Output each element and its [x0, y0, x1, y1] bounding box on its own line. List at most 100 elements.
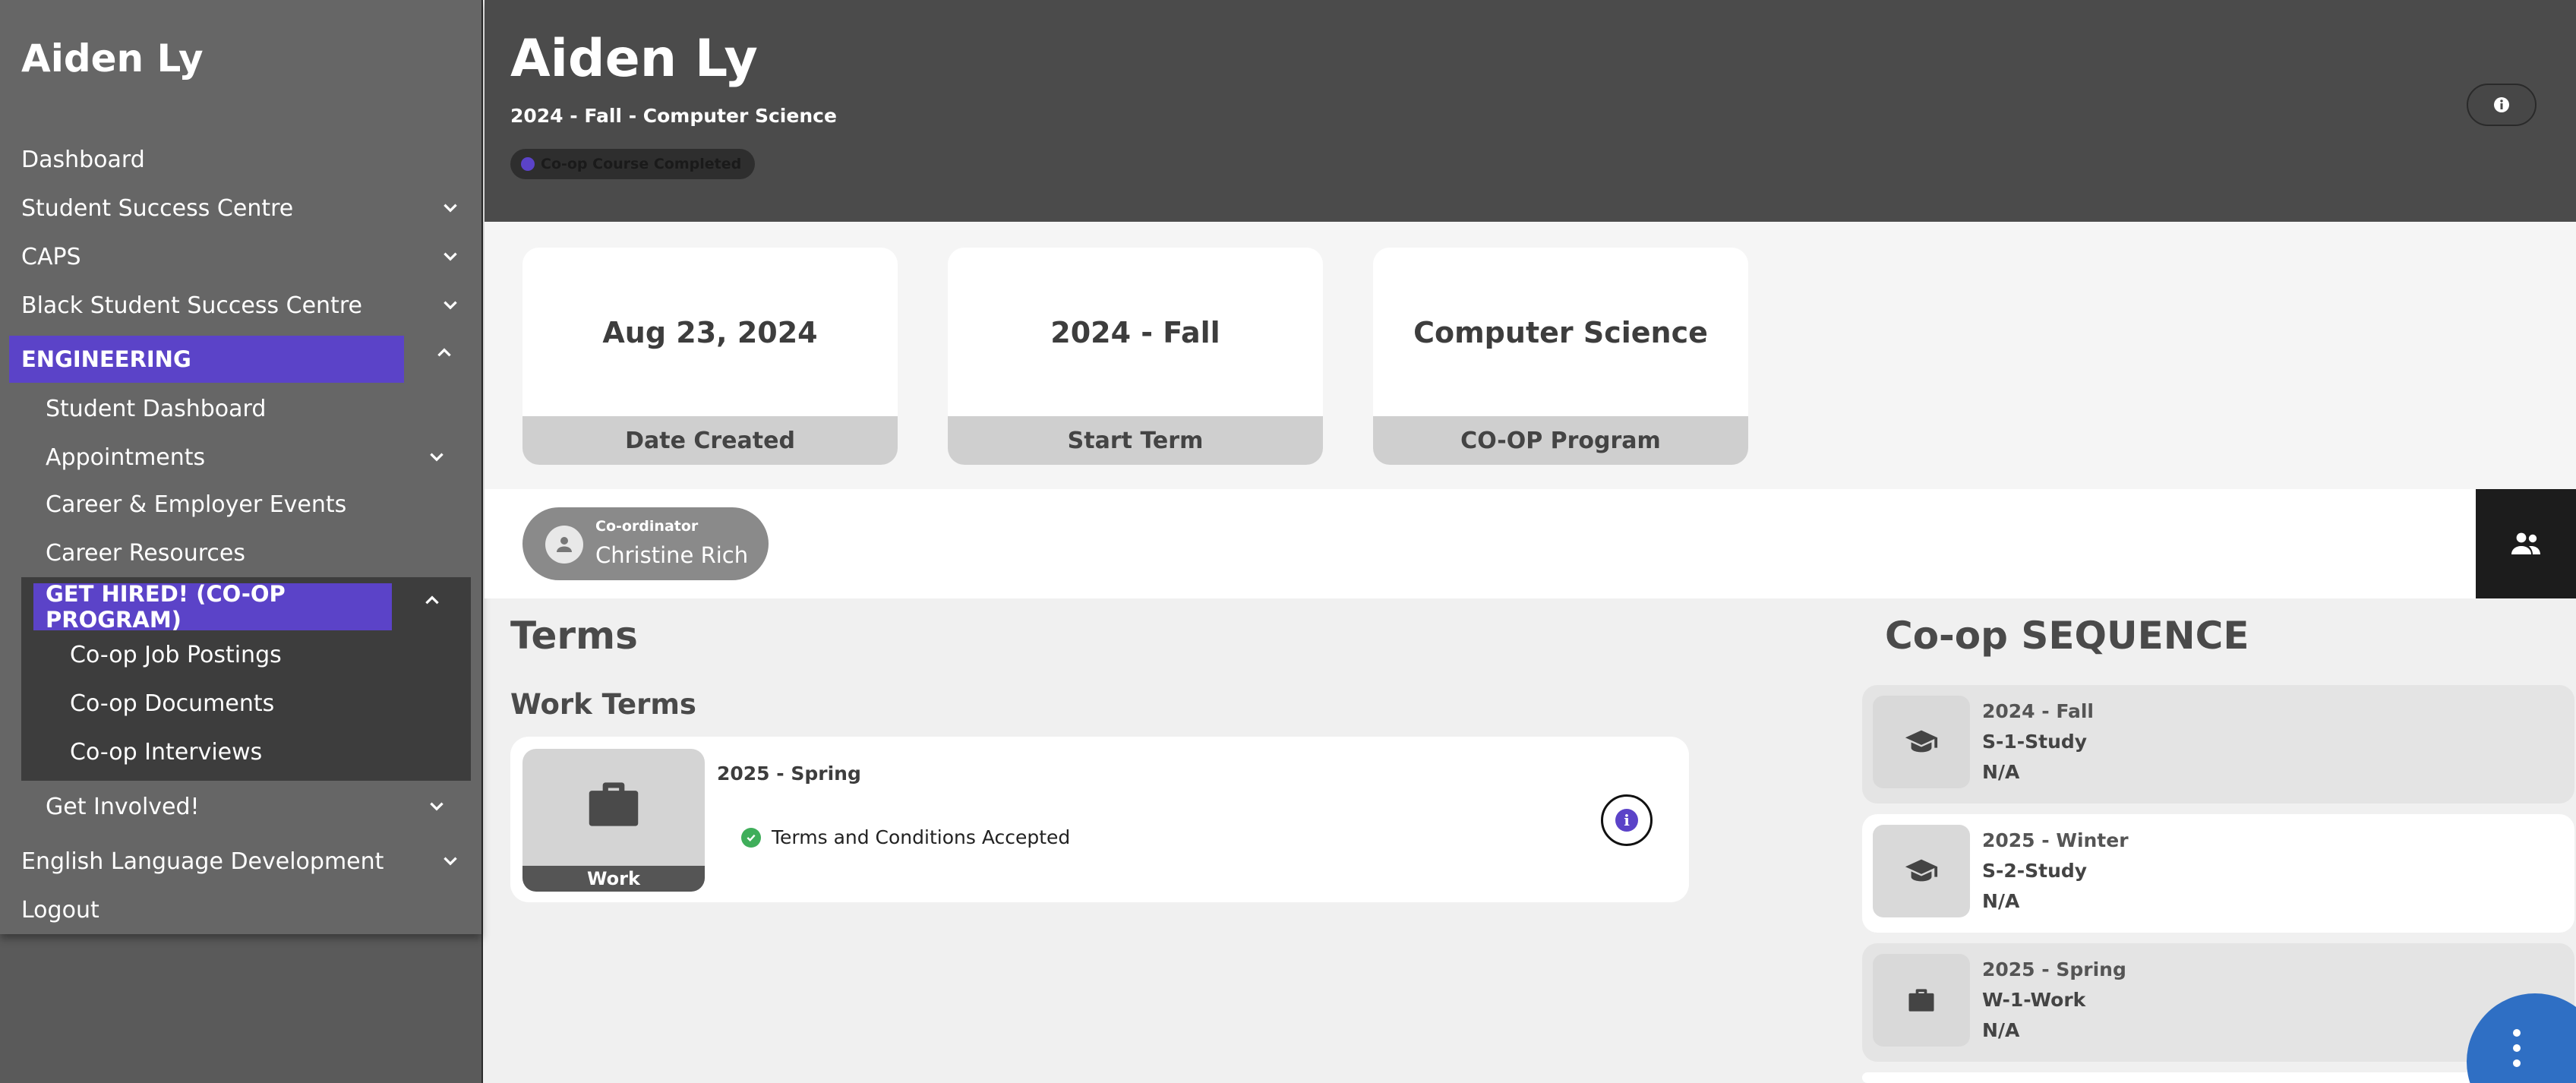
graduation-cap-icon	[1905, 730, 1938, 753]
sidebar-item-engineering[interactable]: ENGINEERING	[9, 336, 404, 383]
chevron-down-icon	[425, 446, 448, 469]
sidebar-item-coop-job-postings[interactable]: Co-op Job Postings	[70, 632, 282, 677]
briefcase-icon	[1908, 989, 1934, 1012]
stat-value: Aug 23, 2024	[602, 316, 818, 349]
stat-label: Start Term	[948, 416, 1323, 465]
sidebar-item-caps[interactable]: CAPS	[21, 234, 462, 279]
sequence-term: 2025 - Winter	[1982, 829, 2129, 851]
sidebar-item-label: Black Student Success Centre	[21, 292, 362, 319]
sidebar-item-label: Co-op Interviews	[70, 738, 263, 766]
sidebar-item-label: Appointments	[46, 444, 206, 471]
sequence-item-thumb	[1873, 696, 1970, 788]
info-button[interactable]	[2467, 84, 2537, 126]
sequence-item-thumb	[1873, 825, 1970, 917]
sidebar-item-label: Co-op Documents	[70, 690, 275, 717]
sequence-status: N/A	[1982, 761, 2020, 783]
stat-label: CO-OP Program	[1373, 416, 1748, 465]
profile-header: Aiden Ly 2024 - Fall - Computer Science …	[485, 0, 2576, 222]
sidebar-item-english-language-development[interactable]: English Language Development	[21, 838, 462, 884]
status-badge: Co-op Course Completed	[510, 149, 756, 179]
status-badge-label: Co-op Course Completed	[541, 156, 742, 172]
coordinator-strip: Co-ordinator Christine Rich	[485, 489, 2576, 598]
chevron-down-icon	[425, 795, 448, 818]
sequence-term: 2025 - Spring	[1982, 958, 2126, 980]
sequence-code: S-2-Study	[1982, 860, 2088, 882]
work-term-card[interactable]: Work 2025 - Spring Terms and Conditions …	[510, 737, 1689, 902]
work-terms-title: Work Terms	[510, 688, 696, 721]
stat-label: Date Created	[522, 416, 898, 465]
term-status: Terms and Conditions Accepted	[741, 826, 1070, 848]
sidebar-item-label: Get Involved!	[46, 793, 200, 820]
sidebar-item-black-student-success-centre[interactable]: Black Student Success Centre	[21, 283, 462, 328]
chevron-down-icon	[439, 850, 462, 873]
briefcase-icon	[589, 782, 639, 826]
sidebar-item-label: Dashboard	[21, 146, 145, 173]
sidebar-item-career-resources[interactable]: Career Resources	[46, 530, 245, 576]
graduation-cap-icon	[1905, 859, 1938, 882]
info-icon: i	[1615, 809, 1638, 832]
sidebar-item-label: Career & Employer Events	[46, 491, 347, 518]
sidebar-item-appointments[interactable]: Appointments	[46, 434, 448, 480]
sidebar-item-label: Student Dashboard	[46, 395, 267, 422]
coordinator-name: Christine Rich	[595, 542, 749, 568]
check-circle-icon	[741, 827, 761, 848]
chevron-down-icon	[439, 245, 462, 268]
sequence-term: 2024 - Fall	[1982, 700, 2094, 722]
avatar	[545, 526, 583, 564]
status-dot-icon	[521, 157, 535, 171]
people-button[interactable]	[2476, 489, 2576, 598]
terms-title: Terms	[510, 614, 638, 658]
page-subtitle: 2024 - Fall - Computer Science	[510, 105, 837, 127]
stat-card-start-term: 2024 - Fall Start Term	[948, 248, 1323, 465]
coordinator-chip[interactable]: Co-ordinator Christine Rich	[522, 507, 769, 580]
sidebar-item-get-involved[interactable]: Get Involved!	[46, 784, 448, 829]
sequence-code: S-1-Study	[1982, 731, 2088, 753]
people-icon	[2511, 532, 2540, 554]
term-thumbnail: Work	[522, 749, 705, 892]
sequence-status: N/A	[1982, 1019, 2020, 1041]
sequence-item[interactable]: 2024 - Fall S-1-Study N/A	[1862, 685, 2574, 804]
chevron-up-icon[interactable]	[433, 342, 456, 365]
sidebar-item-label: English Language Development	[21, 848, 384, 875]
stat-card-coop-program: Computer Science CO-OP Program	[1373, 248, 1748, 465]
sidebar-item-label: ENGINEERING	[21, 346, 191, 372]
sidebar-item-label: CAPS	[21, 243, 81, 270]
stat-card-date-created: Aug 23, 2024 Date Created	[522, 248, 898, 465]
sidebar-item-label: Student Success Centre	[21, 194, 294, 222]
sidebar-item-label: Logout	[21, 896, 99, 924]
coop-sequence-title: Co-op SEQUENCE	[1885, 614, 2249, 658]
sidebar-item-student-success-centre[interactable]: Student Success Centre	[21, 185, 462, 231]
sequence-item[interactable]: 2025 - Winter S-2-Study N/A	[1862, 814, 2574, 933]
sequence-item[interactable]: 2025 - Spring W-1-Work N/A	[1862, 943, 2574, 1062]
sidebar-item-label: Career Resources	[46, 539, 245, 567]
term-type-label: Work	[522, 866, 705, 892]
sidebar-item-coop-interviews[interactable]: Co-op Interviews	[70, 729, 262, 775]
coordinator-role: Co-ordinator	[595, 518, 699, 535]
sequence-code: W-1-Work	[1982, 989, 2086, 1011]
sidebar-item-coop-documents[interactable]: Co-op Documents	[70, 680, 274, 726]
chevron-down-icon	[439, 197, 462, 219]
more-vertical-icon	[2513, 1029, 2521, 1067]
sidebar-item-student-dashboard[interactable]: Student Dashboard	[46, 386, 266, 431]
sidebar-item-dashboard[interactable]: Dashboard	[21, 137, 145, 182]
sidebar: Aiden Ly Dashboard Student Success Centr…	[0, 0, 483, 1083]
chevron-down-icon	[439, 294, 462, 317]
term-info-button[interactable]: i	[1601, 794, 1653, 846]
sequence-item-thumb	[1873, 954, 1970, 1047]
sidebar-item-label: GET HIRED! (CO-OP PROGRAM)	[46, 581, 286, 633]
stats-section: Aug 23, 2024 Date Created 2024 - Fall St…	[485, 222, 2576, 489]
term-name: 2025 - Spring	[717, 763, 861, 785]
stat-value: 2024 - Fall	[1050, 316, 1220, 349]
sidebar-item-career-employer-events[interactable]: Career & Employer Events	[46, 482, 346, 527]
info-icon	[2494, 97, 2509, 112]
term-status-label: Terms and Conditions Accepted	[772, 826, 1071, 848]
chevron-up-icon[interactable]	[421, 589, 444, 612]
page-title: Aiden Ly	[510, 29, 758, 89]
sidebar-item-get-hired[interactable]: GET HIRED! (CO-OP PROGRAM)	[33, 581, 392, 633]
person-icon	[557, 537, 572, 552]
sequence-status: N/A	[1982, 890, 2020, 912]
sidebar-item-label: Co-op Job Postings	[70, 641, 282, 668]
stat-value: Computer Science	[1413, 316, 1708, 349]
sidebar-item-logout[interactable]: Logout	[21, 887, 99, 933]
sidebar-title: Aiden Ly	[21, 36, 204, 81]
